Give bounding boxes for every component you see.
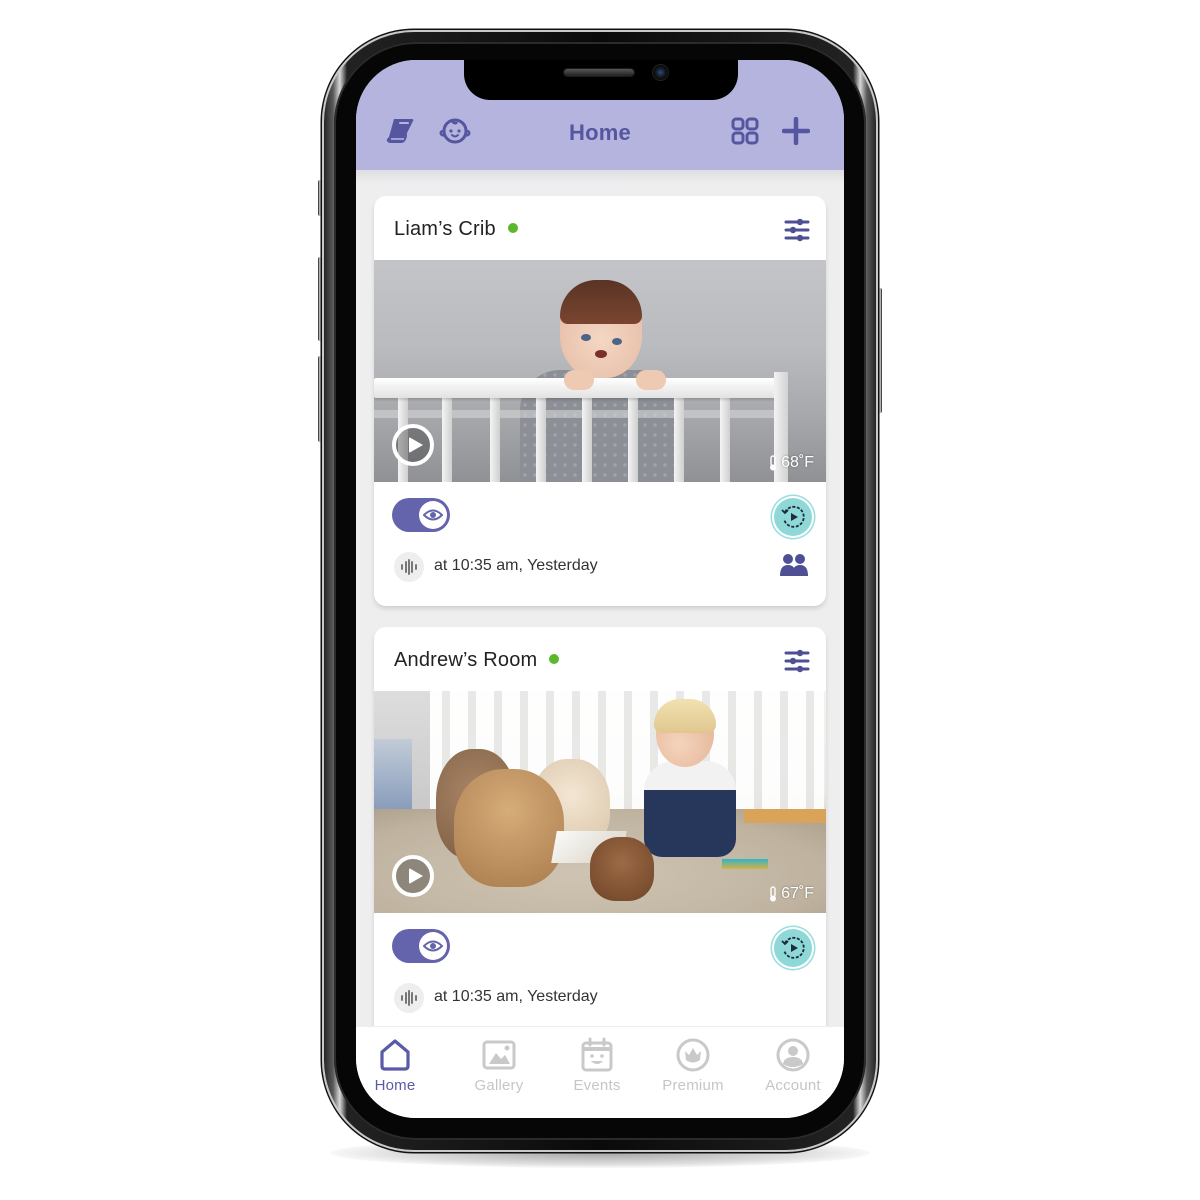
temperature-readout: 68˚F [768, 454, 814, 472]
crib-bar [490, 398, 500, 482]
replay-button[interactable] [774, 498, 812, 536]
nav-item-account[interactable]: Account [748, 1037, 838, 1107]
crib-bar [628, 398, 638, 482]
baby-figure-hair [560, 280, 642, 324]
replay-button[interactable] [774, 929, 812, 967]
camera-name: Andrew’s Room [394, 649, 560, 672]
nav-item-premium[interactable]: Premium [648, 1037, 738, 1107]
front-camera [653, 65, 668, 80]
toy-book [722, 859, 768, 869]
account-icon [776, 1038, 810, 1072]
nav-item-events[interactable]: Events [552, 1037, 642, 1107]
phone-screen: Home Liam’s Crib 68˚F at 10:35 am, Yeste… [356, 60, 844, 1118]
baby-figure-mouth [595, 350, 607, 358]
gallery-icon [482, 1040, 516, 1070]
replay-icon [781, 936, 805, 959]
baby-figure-eye [612, 338, 622, 345]
last-event-row: at 10:35 am, Yesterday [374, 546, 826, 592]
thermometer-icon [770, 886, 777, 902]
thermometer-icon [770, 455, 777, 471]
replay-icon [781, 505, 805, 528]
camera-controls [374, 913, 826, 977]
premium-crown-icon [676, 1038, 710, 1072]
last-event-time: at 10:35 am, Yesterday [434, 557, 598, 574]
monitoring-toggle[interactable] [392, 929, 450, 963]
floor-strip [744, 809, 826, 823]
camera-controls [374, 482, 826, 546]
camera-name: Liam’s Crib [394, 218, 518, 241]
crib-bar [442, 398, 452, 482]
shared-users-icon[interactable] [780, 553, 808, 577]
play-icon[interactable] [392, 424, 434, 466]
audio-wave-icon [394, 552, 424, 582]
grid-view-icon[interactable] [728, 114, 762, 148]
last-event-time: at 10:35 am, Yesterday [434, 988, 598, 1005]
toddler-figure [644, 761, 736, 857]
camera-settings-icon[interactable] [784, 649, 810, 673]
baby-figure-hand [564, 370, 594, 390]
crib-lower-rail [374, 410, 774, 418]
online-status-dot [507, 223, 518, 233]
storage-bin [374, 739, 412, 811]
camera-card[interactable]: Andrew’s Room 67˚F at 10:35 am, Yesterda… [374, 627, 826, 1087]
online-status-dot [549, 654, 560, 664]
monitoring-toggle[interactable] [392, 498, 450, 532]
toddler-figure-hair [654, 699, 716, 733]
nav-item-home[interactable]: Home [356, 1037, 440, 1107]
crib-bar [674, 398, 684, 482]
room-video-frame [374, 691, 826, 913]
crib-video-frame [374, 260, 826, 482]
home-icon [380, 1039, 410, 1071]
eye-icon [419, 501, 447, 529]
nav-item-gallery[interactable]: Gallery [454, 1037, 544, 1107]
last-event-row: at 10:35 am, Yesterday [374, 977, 826, 1023]
nav-label: Home [374, 1077, 416, 1094]
camera-card[interactable]: Liam’s Crib 68˚F at 10:35 am, Yesterday [374, 196, 826, 606]
temperature-value: 68˚F [781, 454, 814, 471]
temperature-value: 67˚F [781, 885, 814, 902]
nav-label: Gallery [474, 1077, 524, 1094]
crib-bar [536, 398, 546, 482]
baby-figure-hand [636, 370, 666, 390]
header-divider [356, 170, 844, 184]
camera-settings-icon[interactable] [784, 218, 810, 242]
camera-card-header: Andrew’s Room [374, 627, 826, 691]
play-icon[interactable] [392, 855, 434, 897]
camera-live-feed[interactable]: 68˚F [374, 260, 826, 482]
camera-name-text: Andrew’s Room [394, 649, 538, 671]
eye-icon [419, 932, 447, 960]
add-icon[interactable] [779, 114, 813, 148]
crib-bar [582, 398, 592, 482]
nav-label: Events [573, 1077, 621, 1094]
bottom-nav: Home Gallery Events Premium Account [356, 1026, 844, 1118]
crib-bar [720, 398, 730, 482]
nav-label: Premium [662, 1077, 724, 1094]
baby-figure-eye [581, 334, 591, 341]
calendar-icon [581, 1037, 613, 1072]
page-title: Home [569, 120, 631, 145]
nav-label: Account [765, 1077, 821, 1094]
phone-notch [464, 60, 738, 100]
camera-live-feed[interactable]: 67˚F [374, 691, 826, 913]
camera-card-header: Liam’s Crib [374, 196, 826, 260]
teddy-bear [590, 837, 654, 901]
temperature-readout: 67˚F [768, 885, 814, 903]
speaker-grille [564, 69, 634, 76]
camera-name-text: Liam’s Crib [394, 218, 496, 240]
teddy-bear [454, 769, 564, 887]
audio-wave-icon [394, 983, 424, 1013]
